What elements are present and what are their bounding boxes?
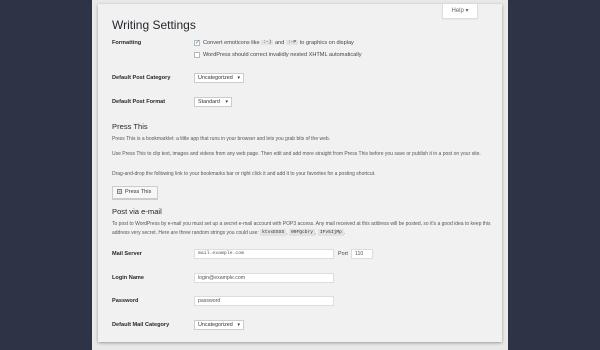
default-mail-category-label: Default Mail Category (112, 322, 170, 328)
mail-server-label: Mail Server (112, 251, 142, 257)
emoticons-text-and: and (275, 39, 285, 46)
default-post-format-value: Standard (198, 99, 220, 105)
settings-panel: Help ▾ Writing Settings Formatting ✓ Con… (92, 0, 508, 350)
port-input[interactable]: 110 (351, 249, 373, 259)
xhtml-checkbox[interactable] (194, 52, 200, 58)
emoticon-code-tongue: :-P (285, 39, 299, 45)
default-mail-category-value: Uncategorized (198, 322, 233, 328)
random-string-1: ktvxE5SS (260, 228, 287, 237)
checkmark-icon: ✓ (195, 40, 201, 46)
chevron-down-icon: ▾ (237, 322, 240, 328)
formatting-label: Formatting (112, 40, 142, 46)
port-label: Port (338, 251, 348, 257)
page-title: Writing Settings (112, 18, 196, 32)
chevron-down-icon: ▾ (237, 75, 240, 81)
default-post-category-value: Uncategorized (198, 75, 233, 81)
settings-card: Help ▾ Writing Settings Formatting ✓ Con… (98, 4, 502, 342)
press-this-paragraph-3: Drag-and-drop the following link to your… (112, 171, 376, 177)
post-via-email-description: To post to WordPress by e-mail you must … (112, 221, 491, 237)
login-name-input[interactable]: login@example.com (194, 273, 334, 283)
emoticons-checkbox[interactable]: ✓ (194, 40, 200, 46)
password-input[interactable]: password (194, 296, 334, 306)
right-dark-background (512, 0, 600, 350)
random-string-2: 00FQcbry (288, 228, 316, 237)
login-name-label: Login Name (112, 275, 145, 281)
default-post-format-select[interactable]: Standard ▾ (194, 97, 232, 107)
emoticons-option-text: Convert emoticons like :-) and :-P to gr… (203, 40, 354, 46)
press-this-paragraph-1: Press This is a bookmarklet: a little ap… (112, 136, 331, 142)
help-tab[interactable]: Help ▾ (442, 4, 478, 19)
default-post-category-select[interactable]: Uncategorized ▾ (194, 73, 244, 83)
press-this-heading: Press This (112, 122, 148, 131)
emoticons-text-pre: Convert emoticons like (203, 39, 260, 46)
press-this-bookmarklet-button[interactable]: Press This (112, 186, 158, 199)
default-mail-category-select[interactable]: Uncategorized ▾ (194, 320, 244, 330)
press-this-button-label: Press This (125, 189, 152, 195)
chevron-down-icon: ▾ (225, 99, 228, 105)
random-string-3: IFv5IjMp (317, 228, 344, 237)
left-dark-background (0, 0, 90, 350)
emoticon-code-smile: :-) (261, 39, 274, 45)
password-label: Password (112, 298, 139, 304)
xhtml-option-text: WordPress should correct invalidly neste… (203, 51, 362, 58)
press-this-icon (117, 189, 122, 194)
emoticons-text-post: to graphics on display (299, 39, 354, 46)
mail-server-input[interactable]: mail.example.com (194, 249, 334, 259)
press-this-paragraph-2: Use Press This to clip text, images and … (112, 151, 481, 157)
post-via-email-heading: Post via e-mail (112, 207, 162, 216)
default-post-format-label: Default Post Format (112, 99, 166, 105)
default-post-category-label: Default Post Category (112, 75, 171, 81)
